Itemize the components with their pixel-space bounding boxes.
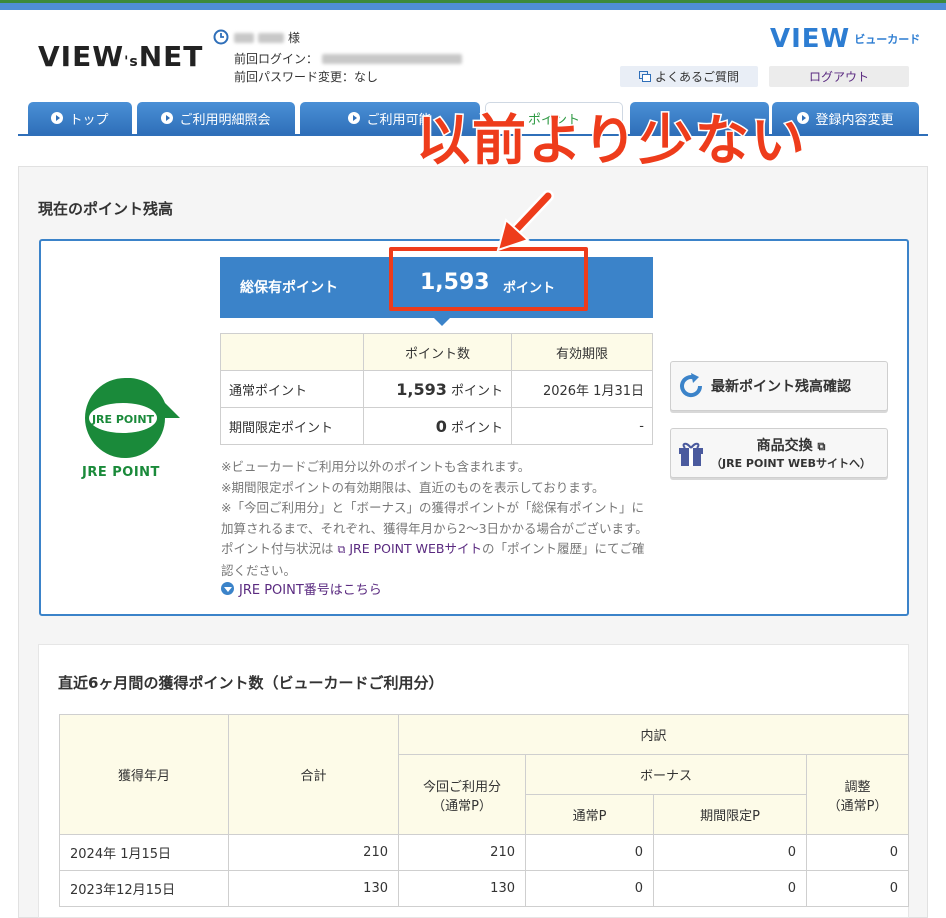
product-exchange-button[interactable]: 商品交換 ⧉ （JRE POINT WEBサイトへ） — [670, 428, 888, 478]
table-header-row: ポイント数 有効期限 — [220, 333, 653, 371]
history-table: 獲得年月 合計 内訳 今回ご利用分 （通常P） ボーナス 調整 （通常P） 通常P … — [59, 714, 909, 907]
table-row: 2023年12月15日 130 130 0 0 0 — [59, 870, 909, 907]
last-login-line: 前回ログイン： — [234, 50, 463, 67]
table-row: 期間限定ポイント 0 ポイント - — [220, 407, 653, 445]
arrow-circle-icon — [161, 112, 174, 124]
user-name-line: 様 — [234, 29, 300, 46]
top-color-bar — [0, 0, 946, 10]
view-card-brand-logo: VIEW ビューカード — [770, 24, 921, 54]
arrow-circle-icon — [51, 112, 64, 124]
last-login-label: 前回ログイン： — [234, 52, 319, 66]
refresh-icon — [680, 373, 703, 398]
external-window-icon: ⧉ — [817, 440, 826, 453]
jre-point-logo-icon: JRE POINT — [85, 378, 180, 458]
arrow-icon — [496, 190, 554, 252]
notes: ※ビューカードご利用分以外のポイントも含まれます。 ※期間限定ポイントの有効期限… — [221, 459, 648, 578]
tab-statement[interactable]: ご利用明細照会 — [137, 102, 295, 134]
logout-button[interactable]: ログアウト — [769, 66, 909, 87]
external-window-icon: ⧉ — [337, 543, 346, 556]
table-row: 通常ポイント 1,593 ポイント 2026年 1月31日 — [220, 370, 653, 408]
download-circle-icon — [221, 582, 234, 595]
clock-icon — [213, 29, 229, 45]
masked-login-datetime — [322, 53, 463, 64]
views-net-logo[interactable]: VIEW'sNET — [38, 40, 203, 73]
faq-button[interactable]: よくあるご質問 — [620, 66, 758, 87]
table-row: 2024年 1月15日 210 210 0 0 0 — [59, 834, 909, 871]
current-balance-heading: 現在のポイント残高 — [38, 200, 174, 218]
history-heading: 直近6ヶ月間の獲得ポイント数（ビューカードご利用分） — [58, 674, 444, 692]
tab-top[interactable]: トップ — [28, 102, 132, 134]
masked-surname — [234, 32, 254, 43]
refresh-balance-button[interactable]: 最新ポイント残高確認 — [670, 361, 888, 411]
total-points-label: 総保有ポイント — [240, 280, 338, 296]
gift-icon — [679, 442, 703, 466]
external-window-icon — [638, 71, 651, 82]
jre-point-number-link[interactable]: JRE POINT番号はこちら — [221, 579, 382, 598]
honorific: 様 — [288, 31, 301, 45]
masked-given-name — [258, 32, 284, 43]
last-password-change: 前回パスワード変更：なし — [234, 70, 379, 84]
jre-point-label: JRE POINT — [82, 465, 160, 480]
svg-text:JRE POINT: JRE POINT — [91, 413, 155, 426]
annotation-text: 以前より少ない — [415, 108, 807, 174]
arrow-circle-icon — [348, 112, 361, 124]
jre-point-web-link[interactable]: JRE POINT WEBサイト — [349, 541, 482, 556]
points-table: ポイント数 有効期限 通常ポイント 1,593 ポイント 2026年 1月31日… — [220, 333, 653, 445]
